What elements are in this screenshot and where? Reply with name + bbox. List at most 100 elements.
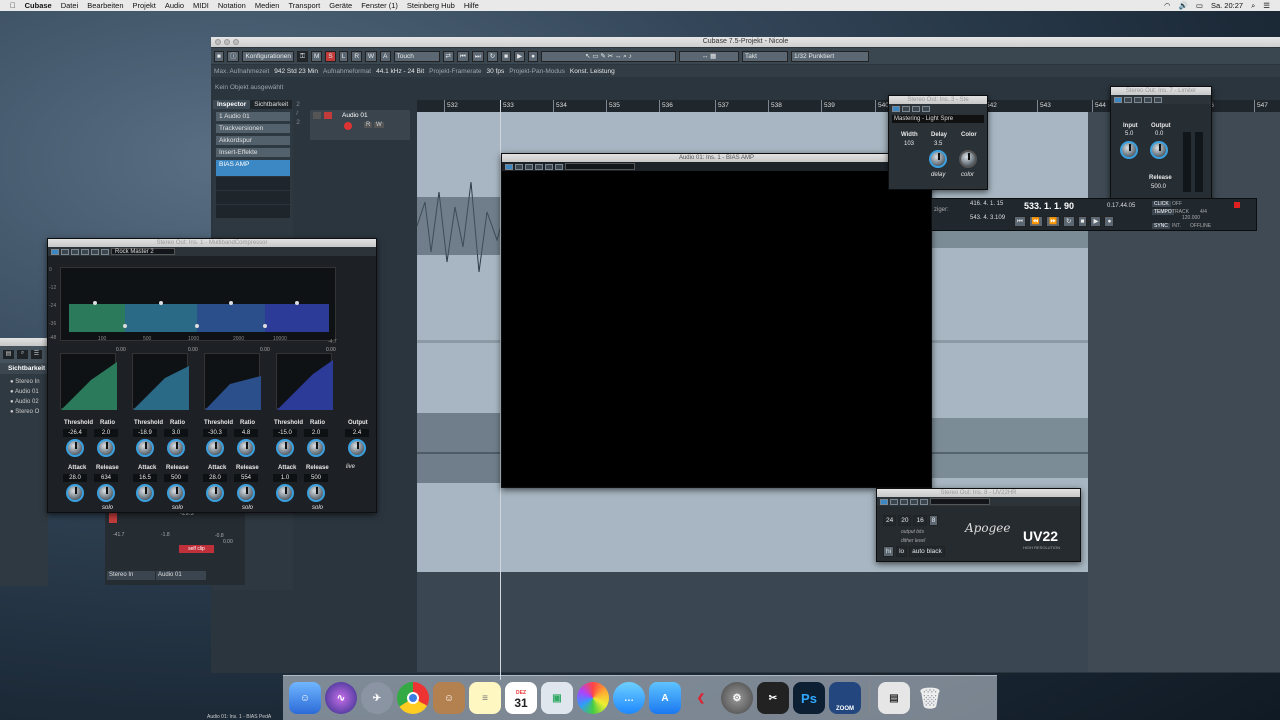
- read-icon[interactable]: [900, 498, 908, 505]
- bypass-icon[interactable]: [515, 163, 523, 170]
- bits-8-button[interactable]: 8: [928, 515, 939, 526]
- write-icon[interactable]: [922, 105, 930, 112]
- band4-release-value[interactable]: 500: [304, 474, 328, 482]
- preset-select[interactable]: Mastering - Light Spre: [892, 115, 984, 123]
- band1-attack-value[interactable]: 28.0: [63, 474, 87, 482]
- band2-solo-button[interactable]: solo: [172, 505, 183, 511]
- band1-ratio-knob[interactable]: [97, 439, 115, 457]
- band3-threshold-value[interactable]: -30.3: [203, 429, 227, 437]
- band4-attack-knob[interactable]: [276, 484, 294, 502]
- write-icon[interactable]: [910, 498, 918, 505]
- band1-release-knob[interactable]: [97, 484, 115, 502]
- output-knob[interactable]: [1150, 141, 1168, 159]
- inspector-track-versions[interactable]: Trackversionen: [216, 124, 290, 133]
- close-button[interactable]: [215, 39, 221, 45]
- system-preferences-icon[interactable]: ⚙: [721, 682, 753, 714]
- apple-icon[interactable]: : [10, 1, 16, 10]
- band3-curve[interactable]: [204, 353, 261, 410]
- launchpad-icon[interactable]: ✈: [361, 682, 393, 714]
- bits-20-button[interactable]: 20: [898, 515, 912, 526]
- record-button[interactable]: ●: [1104, 216, 1115, 227]
- downloads-icon[interactable]: ▤: [878, 682, 910, 714]
- input-knob[interactable]: [1120, 141, 1138, 159]
- bypass-icon[interactable]: [902, 105, 910, 112]
- secondary-time-display[interactable]: 0.17.44.05: [1107, 203, 1135, 209]
- clock[interactable]: Sa. 20:27: [1211, 1, 1243, 10]
- bits-24-button[interactable]: 24: [883, 515, 897, 526]
- visibility-item[interactable]: ● Audio 01: [10, 387, 48, 397]
- dither-hi-button[interactable]: hi: [883, 546, 895, 557]
- visibility-item[interactable]: ● Audio 02: [10, 397, 48, 407]
- power-icon[interactable]: [880, 498, 888, 505]
- settings-icon[interactable]: [1154, 96, 1162, 103]
- info-icon[interactable]: ⓘ: [226, 50, 240, 62]
- rec-format[interactable]: 44.1 kHz - 24 Bit: [376, 68, 424, 75]
- minimize-button[interactable]: [224, 39, 230, 45]
- minimized-window-label[interactable]: Audio 01: Ins. 1 - BIAS PedA: [207, 714, 271, 720]
- band4-curve[interactable]: [276, 353, 333, 410]
- bypass-icon[interactable]: [1124, 96, 1132, 103]
- bias-amp-canvas[interactable]: [502, 171, 931, 487]
- project-icon[interactable]: ■: [214, 50, 224, 62]
- calendar-icon[interactable]: DEZ 31: [505, 682, 537, 714]
- insert-slot-bias-amp[interactable]: BIAS AMP: [216, 160, 290, 176]
- read-automation-button[interactable]: R: [364, 122, 373, 128]
- band3-release-value[interactable]: 554: [234, 474, 258, 482]
- chrome-icon[interactable]: [397, 682, 429, 714]
- solo-button[interactable]: S: [325, 50, 336, 62]
- inspector-chord-track[interactable]: Akkordspur: [216, 136, 290, 145]
- quantize-select[interactable]: 1/32 Punktiert: [791, 50, 870, 62]
- trash-icon[interactable]: 🗑: [914, 682, 946, 714]
- band3-threshold-knob[interactable]: [206, 439, 224, 457]
- inspector-track[interactable]: 1 Audio 01: [216, 112, 290, 121]
- band2-release-knob[interactable]: [167, 484, 185, 502]
- band4-attack-value[interactable]: 1.0: [273, 474, 297, 482]
- inspector-insert-effects[interactable]: Insert-Effekte: [216, 148, 290, 157]
- read-icon[interactable]: [1134, 96, 1142, 103]
- automation-mode-select[interactable]: Touch: [393, 50, 440, 62]
- snap-type-select[interactable]: Takt: [742, 50, 789, 62]
- frame-rate[interactable]: 30 fps: [487, 68, 505, 75]
- color-knob[interactable]: [959, 150, 977, 168]
- band2-ratio-value[interactable]: 3.0: [164, 429, 188, 437]
- play-button[interactable]: ▶: [1090, 216, 1102, 227]
- band4-release-knob[interactable]: [307, 484, 325, 502]
- volume-icon[interactable]: 🔊: [1179, 1, 1188, 10]
- empty-track-area[interactable]: [417, 572, 1088, 672]
- band4-ratio-knob[interactable]: [307, 439, 325, 457]
- configurations-button[interactable]: Konfigurationen: [242, 50, 294, 62]
- click-button[interactable]: CLICK: [1152, 201, 1171, 207]
- compare-icon[interactable]: [545, 163, 553, 170]
- final-cut-icon[interactable]: ✂: [757, 682, 789, 714]
- search-icon[interactable]: ⌕: [17, 350, 28, 359]
- live-button[interactable]: live: [346, 464, 355, 470]
- band2-curve[interactable]: [132, 353, 189, 410]
- tempo-button[interactable]: TEMPO: [1152, 209, 1174, 215]
- settings-icon[interactable]: [555, 163, 563, 170]
- delay-knob[interactable]: [929, 150, 947, 168]
- delay-mono-button[interactable]: delay: [931, 172, 945, 178]
- nudge-controls[interactable]: ↔ ▦: [679, 50, 740, 62]
- photoshop-icon[interactable]: Ps: [793, 682, 825, 714]
- rewind-button[interactable]: ⏪: [1028, 216, 1043, 227]
- settings-icon[interactable]: [101, 248, 109, 255]
- messages-icon[interactable]: …: [613, 682, 645, 714]
- band4-threshold-knob[interactable]: [276, 439, 294, 457]
- tab-sichtbarkeit[interactable]: Sichtbarkeit: [250, 100, 293, 109]
- finder-icon[interactable]: ☺: [289, 682, 321, 714]
- photos-icon[interactable]: [577, 682, 609, 714]
- band1-release-value[interactable]: 634: [94, 474, 118, 482]
- band2-release-value[interactable]: 500: [164, 474, 188, 482]
- menu-app[interactable]: Cubase: [25, 1, 52, 10]
- menu-bearbeiten[interactable]: Bearbeiten: [87, 1, 123, 10]
- band1-solo-button[interactable]: solo: [102, 505, 113, 511]
- menu-notation[interactable]: Notation: [218, 1, 246, 10]
- app-store-icon[interactable]: A: [649, 682, 681, 714]
- play-button[interactable]: ▶: [514, 50, 526, 62]
- write-icon[interactable]: [81, 248, 89, 255]
- preset-select[interactable]: [930, 498, 990, 505]
- time-signature[interactable]: 4/4: [1200, 209, 1207, 215]
- left-locator[interactable]: 416. 4. 1. 15: [970, 201, 1003, 207]
- zoom-app-icon[interactable]: ZOOM: [829, 682, 861, 714]
- track-mute-icon[interactable]: [313, 112, 321, 119]
